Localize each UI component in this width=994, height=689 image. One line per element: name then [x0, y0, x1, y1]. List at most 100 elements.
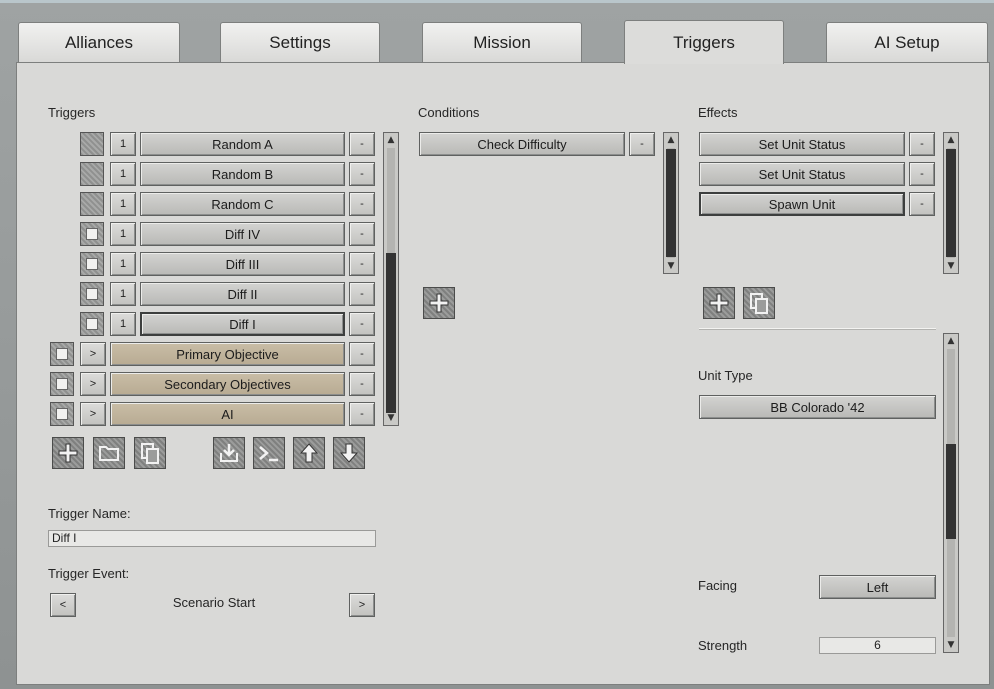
- copy-icon: [141, 443, 159, 464]
- import-trigger-button[interactable]: [213, 437, 245, 469]
- trigger-group[interactable]: Secondary Objectives: [110, 372, 345, 396]
- strength-label: Strength: [698, 638, 748, 653]
- group-remove-button[interactable]: -: [349, 372, 375, 396]
- group-expand-button[interactable]: >: [80, 402, 106, 426]
- checkbox-mark: [86, 258, 98, 270]
- conditions-heading: Conditions: [418, 105, 480, 120]
- group-remove-button[interactable]: -: [349, 402, 375, 426]
- trigger-remove-button[interactable]: -: [349, 312, 375, 336]
- effect-list-scrollbar[interactable]: ▲ ▼: [943, 132, 959, 274]
- scroll-thumb[interactable]: [946, 444, 956, 539]
- effects-heading: Effects: [698, 105, 738, 120]
- triggers-heading: Triggers: [48, 105, 96, 120]
- move-up-button[interactable]: [293, 437, 325, 469]
- trigger-list-scrollbar[interactable]: ▲ ▼: [383, 132, 399, 426]
- condition-list-scrollbar[interactable]: ▲ ▼: [663, 132, 679, 274]
- trigger-enable-checkbox[interactable]: [80, 132, 104, 156]
- effect-remove-button[interactable]: -: [909, 192, 935, 216]
- strength-input[interactable]: 6: [819, 637, 936, 654]
- trigger-enable-checkbox[interactable]: [80, 222, 104, 246]
- facing-select[interactable]: Left: [819, 575, 936, 599]
- effect-remove-button[interactable]: -: [909, 162, 935, 186]
- trigger-item[interactable]: Random A: [140, 132, 345, 156]
- scroll-up-icon[interactable]: ▲: [945, 335, 957, 347]
- trigger-enable-checkbox[interactable]: [80, 252, 104, 276]
- event-next-button[interactable]: >: [349, 593, 375, 617]
- plus-icon: [429, 293, 449, 313]
- add-effect-button[interactable]: [703, 287, 735, 319]
- plus-icon: [709, 293, 729, 313]
- unit-type-select[interactable]: BB Colorado '42: [699, 395, 936, 419]
- checkbox-mark: [56, 348, 68, 360]
- scroll-up-icon[interactable]: ▲: [385, 134, 397, 146]
- trigger-event-value: Scenario Start: [172, 595, 256, 610]
- checkbox-mark: [56, 408, 68, 420]
- checkbox-mark: [86, 228, 98, 240]
- group-enable-checkbox[interactable]: [50, 402, 74, 426]
- group-enable-checkbox[interactable]: [50, 372, 74, 396]
- trigger-remove-button[interactable]: -: [349, 192, 375, 216]
- trigger-item[interactable]: Diff IV: [140, 222, 345, 246]
- scroll-down-icon[interactable]: ▼: [945, 260, 957, 272]
- effect-item[interactable]: Set Unit Status: [699, 162, 905, 186]
- copy-trigger-button[interactable]: [134, 437, 166, 469]
- effect-remove-button[interactable]: -: [909, 132, 935, 156]
- trigger-enable-checkbox[interactable]: [80, 162, 104, 186]
- trigger-name-input[interactable]: Diff I: [48, 530, 376, 547]
- trigger-remove-button[interactable]: -: [349, 162, 375, 186]
- import-icon: [220, 444, 238, 462]
- trigger-item-selected[interactable]: Diff I: [140, 312, 345, 336]
- scroll-thumb[interactable]: [666, 149, 676, 257]
- group-expand-button[interactable]: >: [80, 342, 106, 366]
- scroll-down-icon[interactable]: ▼: [385, 412, 397, 424]
- plus-icon: [58, 443, 78, 463]
- effect-item-selected[interactable]: Spawn Unit: [699, 192, 905, 216]
- trigger-enable-checkbox[interactable]: [80, 312, 104, 336]
- scroll-down-icon[interactable]: ▼: [945, 639, 957, 651]
- scroll-up-icon[interactable]: ▲: [945, 134, 957, 146]
- event-prev-button[interactable]: <: [50, 593, 76, 617]
- console-button[interactable]: [253, 437, 285, 469]
- checkbox-mark: [86, 318, 98, 330]
- effect-properties-scrollbar[interactable]: ▲ ▼: [943, 333, 959, 653]
- trigger-remove-button[interactable]: -: [349, 132, 375, 156]
- condition-item[interactable]: Check Difficulty: [419, 132, 625, 156]
- trigger-group[interactable]: AI: [110, 402, 345, 426]
- add-trigger-button[interactable]: [52, 437, 84, 469]
- scroll-thumb[interactable]: [386, 253, 396, 413]
- trigger-remove-button[interactable]: -: [349, 252, 375, 276]
- add-group-button[interactable]: [93, 437, 125, 469]
- trigger-item[interactable]: Random C: [140, 192, 345, 216]
- trigger-name-label: Trigger Name:: [48, 506, 131, 521]
- trigger-remove-button[interactable]: -: [349, 222, 375, 246]
- trigger-event-label: Trigger Event:: [48, 566, 130, 581]
- effect-item[interactable]: Set Unit Status: [699, 132, 905, 156]
- add-condition-button[interactable]: [423, 287, 455, 319]
- checkbox-mark: [56, 378, 68, 390]
- copy-icon: [750, 293, 768, 314]
- trigger-group[interactable]: Primary Objective: [110, 342, 345, 366]
- trigger-item[interactable]: Random B: [140, 162, 345, 186]
- trigger-item[interactable]: Diff II: [140, 282, 345, 306]
- trigger-count: 1: [110, 192, 136, 216]
- trigger-count: 1: [110, 312, 136, 336]
- unit-type-label: Unit Type: [698, 368, 753, 383]
- copy-effect-button[interactable]: [743, 287, 775, 319]
- trigger-count: 1: [110, 252, 136, 276]
- console-icon: [259, 446, 278, 462]
- trigger-enable-checkbox[interactable]: [80, 282, 104, 306]
- scroll-up-icon[interactable]: ▲: [665, 134, 677, 146]
- scroll-down-icon[interactable]: ▼: [665, 260, 677, 272]
- group-enable-checkbox[interactable]: [50, 342, 74, 366]
- trigger-count: 1: [110, 162, 136, 186]
- arrow-down-icon: [339, 443, 359, 463]
- trigger-count: 1: [110, 132, 136, 156]
- trigger-enable-checkbox[interactable]: [80, 192, 104, 216]
- scroll-thumb[interactable]: [946, 149, 956, 257]
- trigger-item[interactable]: Diff III: [140, 252, 345, 276]
- trigger-remove-button[interactable]: -: [349, 282, 375, 306]
- condition-remove-button[interactable]: -: [629, 132, 655, 156]
- group-remove-button[interactable]: -: [349, 342, 375, 366]
- move-down-button[interactable]: [333, 437, 365, 469]
- group-expand-button[interactable]: >: [80, 372, 106, 396]
